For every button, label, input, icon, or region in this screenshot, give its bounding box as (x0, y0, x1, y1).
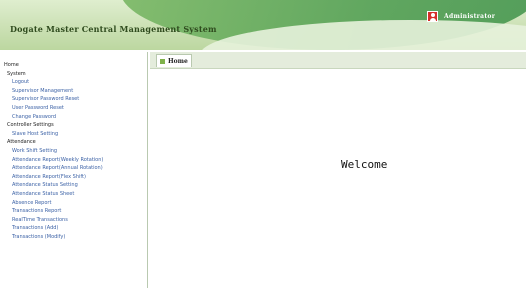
tab-label: Home (168, 57, 188, 65)
sidebar-item-absence-report[interactable]: Absence Report (0, 199, 147, 208)
sidebar-item-supervisor-password-reset[interactable]: Supervisor Password Reset (0, 95, 147, 104)
sidebar-item-transactions-add[interactable]: Transactions (Add) (0, 224, 147, 233)
sidebar-nav: Home System Logout Supervisor Management… (0, 52, 148, 288)
sidebar-item-logout[interactable]: Logout (0, 78, 147, 87)
home-icon (160, 58, 165, 64)
sidebar-item-attendance-status-setting[interactable]: Attendance Status Setting (0, 181, 147, 190)
sidebar-item-transactions-modify[interactable]: Transactions (Modify) (0, 233, 147, 242)
user-name: Administrator (444, 13, 496, 20)
sidebar-item-slave-host-setting[interactable]: Slave Host Setting (0, 130, 147, 139)
sidebar-group-controller-settings[interactable]: Controller Settings (0, 121, 147, 130)
user-menu[interactable]: Administrator (427, 11, 495, 22)
sidebar-item-work-shift-setting[interactable]: Work Shift Setting (0, 147, 147, 156)
tab-bar: Home (150, 52, 526, 69)
tab-home[interactable]: Home (156, 54, 192, 67)
app-title: Dogate Master Central Management System (10, 24, 217, 34)
sidebar-item-realtime-transactions[interactable]: RealTime Transactions (0, 216, 147, 225)
welcome-text: Welcome (341, 158, 388, 171)
sidebar-item-transactions-report[interactable]: Transactions Report (0, 207, 147, 216)
user-icon (427, 11, 438, 22)
sidebar-group-system[interactable]: System (0, 70, 147, 79)
sidebar-group-attendance[interactable]: Attendance (0, 138, 147, 147)
sidebar-item-attendance-report-flex[interactable]: Attendance Report(Flex Shift) (0, 173, 147, 182)
sidebar-item-user-password-reset[interactable]: User Password Reset (0, 104, 147, 113)
sidebar-item-attendance-report-weekly[interactable]: Attendance Report(Weekly Rotation) (0, 156, 147, 165)
sidebar-item-home[interactable]: Home (0, 61, 147, 70)
sidebar-item-attendance-report-annual[interactable]: Attendance Report(Annual Rotation) (0, 164, 147, 173)
sidebar-item-change-password[interactable]: Change Password (0, 113, 147, 122)
app-header: Dogate Master Central Management System … (0, 0, 526, 50)
sidebar-item-supervisor-management[interactable]: Supervisor Management (0, 87, 147, 96)
sidebar-item-attendance-status-sheet[interactable]: Attendance Status Sheet (0, 190, 147, 199)
